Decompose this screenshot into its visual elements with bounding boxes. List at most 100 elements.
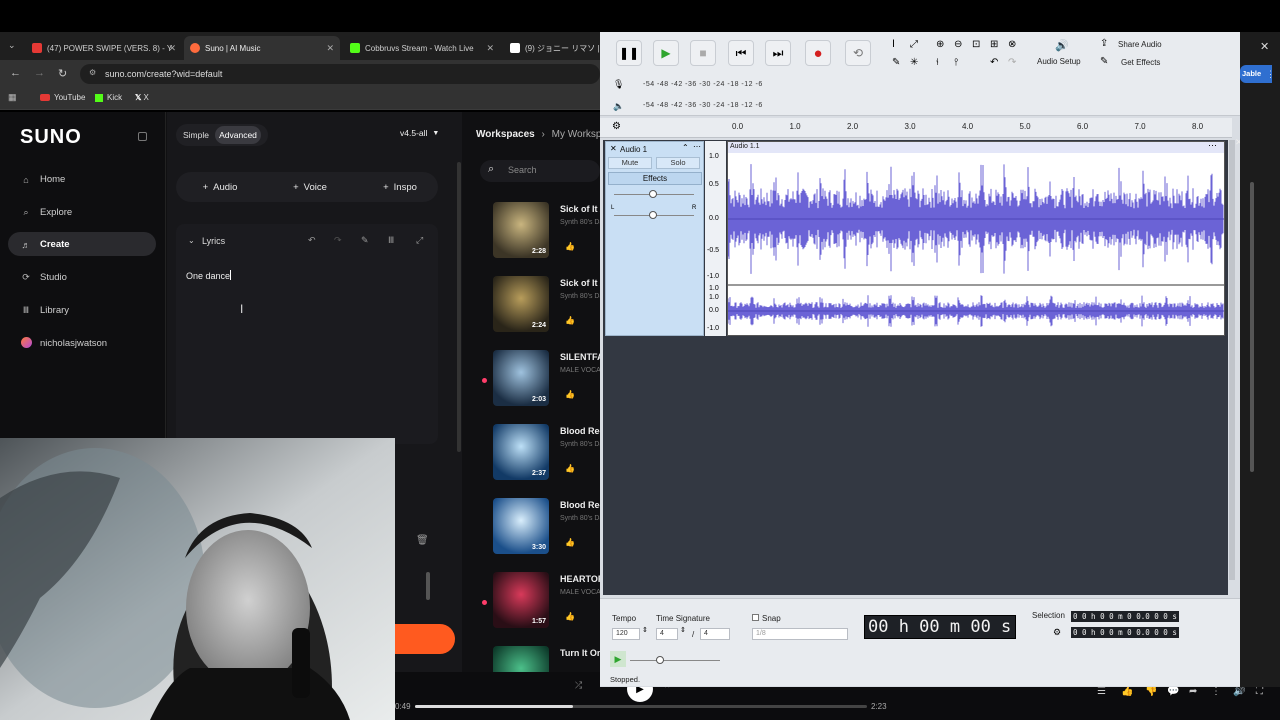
solo-button[interactable]: Solo [656, 157, 700, 169]
queue-icon[interactable]: ☰ [1097, 686, 1106, 697]
snap-select[interactable]: 1/8 [752, 628, 848, 640]
silence-icon[interactable]: ⫯ [954, 57, 958, 68]
fullscreen-icon[interactable]: ⛶ [1256, 686, 1263, 697]
zoom-out-icon[interactable]: ⊖ [954, 39, 962, 50]
snap-checkbox[interactable] [752, 614, 759, 621]
share-audio-icon[interactable]: ⇪ [1100, 38, 1108, 49]
song-item[interactable]: 2:24 Sick of It All Synth 80's Dark 👍 [493, 276, 600, 336]
time-sig-denominator[interactable]: 4 [700, 628, 730, 640]
song-title[interactable]: Turn It On [560, 648, 600, 658]
close-icon[interactable]: ✕ [610, 144, 617, 153]
selection-start[interactable]: 0 0 h 0 0 m 0 0.0 0 0 s [1071, 611, 1179, 622]
timeline-settings-icon[interactable]: ⚙ [612, 121, 621, 132]
status-text: Stopped. [610, 675, 641, 684]
speed-slider[interactable] [630, 660, 720, 661]
like-icon[interactable]: 👍 [565, 612, 575, 621]
share-audio-label[interactable]: Share Audio [1118, 40, 1162, 49]
more-icon[interactable]: ⋮ [1211, 686, 1221, 697]
song-title[interactable]: Blood Red [560, 426, 600, 436]
pan-thumb[interactable] [649, 211, 657, 219]
loop-button[interactable]: ⟲ [845, 40, 871, 66]
redo-icon[interactable]: ↷ [1008, 57, 1016, 68]
song-item[interactable]: 1:57 HEARTOFNIGHT MALE VOCAL 👍 [493, 572, 600, 632]
speed-thumb[interactable] [656, 656, 664, 664]
song-title[interactable]: HEARTOFNIGHT [560, 574, 600, 584]
pause-button[interactable]: ❚❚ [616, 40, 642, 66]
song-cover[interactable]: 2:28 [493, 202, 549, 258]
song-cover[interactable]: 2:03 [493, 350, 549, 406]
like-icon[interactable]: 👍 [565, 390, 575, 399]
skip-end-button[interactable]: ⏭ [765, 40, 791, 66]
song-cover[interactable]: 2:37 [493, 424, 549, 480]
playback-progress-track[interactable] [415, 705, 867, 708]
song-title[interactable]: Blood Red [560, 500, 600, 510]
collapse-icon[interactable]: ⌃ [682, 143, 689, 152]
selection-end[interactable]: 0 0 h 0 0 m 0 0.0 0 0 s [1071, 627, 1179, 638]
tempo-field[interactable]: 120 [612, 628, 640, 640]
stepper-icon[interactable]: ⇕ [642, 626, 648, 634]
clip-menu-icon[interactable]: ⋯ [1208, 140, 1217, 151]
audio-setup-icon[interactable]: 🔊 [1055, 39, 1069, 52]
song-cover[interactable]: 1:57 [493, 572, 549, 628]
undo-icon[interactable]: ↶ [990, 57, 998, 68]
record-meter-scale[interactable]: -54 -48 -42 -36 -30 -24 -18 -12 -6 [643, 81, 763, 88]
song-item[interactable]: 2:03 SILENTFALL MALE VOCAL 👍 [493, 350, 600, 410]
like-icon[interactable]: 👍 [1121, 686, 1133, 697]
selection-tool-icon[interactable]: Ⅰ [892, 39, 895, 50]
envelope-tool-icon[interactable]: ⤢ [910, 39, 918, 50]
song-subtitle: Synth 80's Dark [560, 293, 600, 300]
draw-tool-icon[interactable]: ✎ [892, 57, 900, 68]
selection-settings-icon[interactable]: ⚙ [1053, 627, 1061, 638]
comment-icon[interactable]: 💬 [1167, 686, 1179, 697]
share-icon[interactable]: ➦ [1189, 686, 1197, 697]
track-menu-icon[interactable]: ⋯ [693, 142, 701, 151]
get-effects-icon[interactable]: ✎ [1100, 56, 1108, 67]
effects-button[interactable]: Effects [608, 172, 702, 185]
audio-clip[interactable]: Audio 1.1 ⋯ [727, 140, 1225, 336]
zoom-in-icon[interactable]: ⊕ [936, 39, 944, 50]
stepper-icon[interactable]: ⇕ [680, 626, 686, 634]
song-item[interactable]: 3:30 Blood Red Synth 80's Dark 👍 [493, 498, 600, 558]
song-title[interactable]: Sick of It All [560, 204, 600, 214]
multi-tool-icon[interactable]: ✳ [910, 57, 918, 68]
like-icon[interactable]: 👍 [565, 316, 575, 325]
skip-start-button[interactable]: ⏮ [728, 40, 754, 66]
vertical-scale[interactable]: 1.0 0.5 0.0 -0.5 -1.0 1.0 1.0 0.0 -1.0 [705, 141, 726, 336]
like-icon[interactable]: 👍 [565, 242, 575, 251]
dislike-icon[interactable]: 👎 [1145, 686, 1157, 697]
like-icon[interactable]: 👍 [565, 464, 575, 473]
song-cover[interactable]: 2:24 [493, 276, 549, 332]
shuffle-icon[interactable]: ⤮ [575, 680, 582, 691]
gain-thumb[interactable] [649, 190, 657, 198]
zoom-toggle-icon[interactable]: ⊗ [1008, 39, 1016, 50]
song-item[interactable]: 2:28 Sick of It All Synth 80's Dark 👍 [493, 202, 600, 262]
menu-icon[interactable]: ⋮ [1266, 69, 1275, 80]
mute-button[interactable]: Mute [608, 157, 652, 169]
vertical-scrollbar[interactable] [1229, 140, 1235, 580]
play-at-speed-button[interactable]: ▶ [610, 651, 626, 667]
fit-selection-icon[interactable]: ⊡ [972, 39, 980, 50]
song-item[interactable]: 2:37 Blood Red Synth 80's Dark 👍 [493, 424, 600, 484]
fit-project-icon[interactable]: ⊞ [990, 39, 998, 50]
song-title[interactable]: SILENTFALL [560, 352, 600, 362]
clip-header[interactable]: Audio 1.1 ⋯ [728, 140, 1224, 153]
song-item[interactable]: Turn It On [493, 646, 600, 672]
close-icon[interactable]: ✕ [1260, 40, 1269, 53]
like-icon[interactable]: 👍 [565, 538, 575, 547]
track-name[interactable]: Audio 1 [620, 145, 647, 154]
get-effects-label[interactable]: Get Effects [1121, 58, 1160, 67]
time-sig-numerator[interactable]: 4 [656, 628, 678, 640]
volume-icon[interactable]: 🔊 [1233, 686, 1245, 697]
song-cover[interactable]: 3:30 [493, 498, 549, 554]
page-scrollbar[interactable] [1250, 182, 1254, 472]
audio-setup-label[interactable]: Audio Setup [1037, 57, 1081, 66]
playback-meter-scale[interactable]: -54 -48 -42 -36 -30 -24 -18 -12 -6 [643, 102, 763, 109]
time-display[interactable]: 00 h 00 m 00 s [864, 615, 1016, 639]
record-button[interactable]: ● [805, 40, 831, 66]
timeline-ruler[interactable]: ⚙ 0.0 1.0 2.0 3.0 4.0 5.0 6.0 7.0 8.0 [600, 118, 1232, 138]
trim-icon[interactable]: ⫮ [936, 57, 939, 68]
stop-button[interactable]: ■ [690, 40, 716, 66]
song-cover[interactable] [493, 646, 549, 672]
song-title[interactable]: Sick of It All [560, 278, 600, 288]
play-button[interactable]: ▶ [653, 40, 679, 66]
